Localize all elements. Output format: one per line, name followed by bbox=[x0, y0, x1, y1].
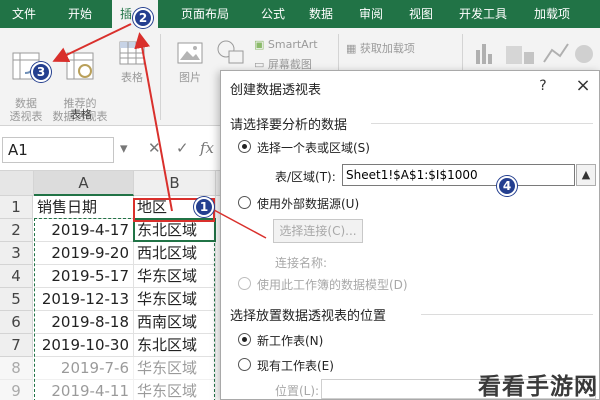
cell-b[interactable]: 东北区域 bbox=[134, 334, 216, 357]
radio-existing-sheet-label: 现有工作表(E) bbox=[257, 359, 334, 373]
tab-page-layout[interactable]: 页面布局 bbox=[162, 0, 248, 28]
tab-view[interactable]: 视图 bbox=[396, 0, 446, 28]
row-header[interactable]: 1 bbox=[0, 196, 33, 219]
section-choose-data: 请选择要分析的数据 bbox=[230, 118, 348, 133]
radio-external-source-label: 使用外部数据源(U) bbox=[257, 197, 360, 211]
row-header[interactable]: 9 bbox=[0, 380, 33, 400]
smartart-button[interactable]: ▣ SmartArt bbox=[254, 38, 318, 52]
radio-external-source[interactable] bbox=[238, 196, 251, 209]
cell-a[interactable]: 2019-5-17 bbox=[34, 265, 134, 288]
radio-existing-sheet[interactable] bbox=[238, 358, 251, 371]
pivot-table-label: 数据 透视表 bbox=[9, 97, 43, 123]
select-all-corner[interactable] bbox=[0, 171, 34, 196]
group-tables-label: 表格 bbox=[70, 108, 92, 121]
radio-data-model[interactable] bbox=[238, 277, 251, 290]
tab-data[interactable]: 数据 bbox=[296, 0, 346, 28]
shapes-icon[interactable] bbox=[214, 38, 248, 68]
help-button[interactable]: ? bbox=[531, 75, 555, 97]
radio-new-sheet-label: 新工作表(N) bbox=[257, 334, 324, 348]
cell-a[interactable]: 2019-4-17 bbox=[34, 219, 134, 242]
connection-name-label: 连接名称: bbox=[275, 256, 328, 270]
cell-b[interactable]: 华东区域 bbox=[134, 265, 216, 288]
range-label: 表/区域(T): bbox=[275, 170, 336, 184]
cell-a[interactable]: 2019-4-11 bbox=[34, 380, 134, 400]
section-rule bbox=[371, 123, 593, 124]
badge-4: 4 bbox=[497, 176, 517, 196]
badge-3: 3 bbox=[31, 62, 51, 82]
cell-b[interactable]: 华东区域 bbox=[134, 380, 216, 400]
get-addins-label: 获取加载项 bbox=[359, 42, 415, 55]
row-header[interactable]: 8 bbox=[0, 357, 33, 380]
cell-b[interactable]: 西北区域 bbox=[134, 242, 216, 265]
row-header[interactable]: 3 bbox=[0, 242, 33, 265]
badge-2: 2 bbox=[133, 8, 153, 28]
radio-new-sheet[interactable] bbox=[238, 333, 251, 346]
cell-a[interactable]: 2019-9-20 bbox=[34, 242, 134, 265]
smartart-label: SmartArt bbox=[267, 38, 318, 51]
row-header[interactable]: 2 bbox=[0, 219, 33, 242]
column-header-b[interactable]: B bbox=[134, 171, 216, 196]
radio-data-model-label: 使用此工作簿的数据模型(D) bbox=[257, 278, 408, 292]
section-rule bbox=[421, 314, 593, 315]
tab-formulas[interactable]: 公式 bbox=[250, 0, 296, 28]
ribbon-separator bbox=[160, 34, 161, 120]
range-input[interactable] bbox=[342, 164, 575, 186]
table-label: 表格 bbox=[121, 71, 143, 84]
cell-a[interactable]: 销售日期 bbox=[34, 196, 134, 219]
cell-a[interactable]: 2019-7-6 bbox=[34, 357, 134, 380]
tab-home[interactable]: 开始 bbox=[52, 0, 108, 28]
watermark-text: 看看手游网 bbox=[478, 374, 598, 400]
picture-icon bbox=[177, 42, 203, 64]
cell-a[interactable]: 2019-10-30 bbox=[34, 334, 134, 357]
create-pivot-dialog: 创建数据透视表 ? × 请选择要分析的数据 选择一个表或区域(S) 表/区域(T… bbox=[220, 70, 600, 400]
tab-file[interactable]: 文件 bbox=[0, 0, 48, 28]
cell-b[interactable]: 华东区域 bbox=[134, 288, 216, 311]
smartart-icon: ▣ bbox=[254, 38, 265, 51]
tab-developer[interactable]: 开发工具 bbox=[446, 0, 520, 28]
section-choose-location: 选择放置数据透视表的位置 bbox=[230, 309, 387, 324]
cell-a[interactable]: 2019-12-13 bbox=[34, 288, 134, 311]
table-icon bbox=[119, 41, 145, 65]
badge-1: 1 bbox=[194, 197, 214, 217]
pictures-button[interactable]: 图片 bbox=[170, 38, 210, 84]
tab-addins[interactable]: 加载项 bbox=[522, 0, 582, 28]
insert-function-icon[interactable]: fx bbox=[200, 139, 214, 157]
charts-icons[interactable] bbox=[472, 38, 596, 68]
cell-b[interactable]: 西南区域 bbox=[134, 311, 216, 334]
cell-a[interactable]: 2019-8-18 bbox=[34, 311, 134, 334]
tab-review[interactable]: 审阅 bbox=[346, 0, 396, 28]
range-collapse-icon[interactable]: ▲ bbox=[576, 164, 596, 186]
column-header-a[interactable]: A bbox=[34, 171, 134, 196]
location-label: 位置(L): bbox=[275, 384, 320, 398]
dialog-title: 创建数据透视表 bbox=[230, 83, 322, 98]
row-header[interactable]: 6 bbox=[0, 311, 33, 334]
choose-connection-button[interactable]: 选择连接(C)... bbox=[273, 219, 363, 243]
radio-select-range-label: 选择一个表或区域(S) bbox=[257, 141, 370, 155]
cancel-icon[interactable]: ✕ bbox=[148, 139, 161, 157]
row-header[interactable]: 7 bbox=[0, 334, 33, 357]
cell-b[interactable]: 华东区域 bbox=[134, 357, 216, 380]
ribbon-tab-bar: 文件 开始 插 页面布局 公式 数据 审阅 视图 开发工具 加载项 bbox=[0, 0, 600, 28]
row-header[interactable]: 5 bbox=[0, 288, 33, 311]
get-addins-button[interactable]: ▦ 获取加载项 bbox=[346, 42, 415, 56]
active-cell bbox=[133, 218, 216, 242]
name-box[interactable]: A1 bbox=[2, 137, 114, 163]
table-button[interactable]: 表格 bbox=[112, 38, 152, 84]
recommended-pivot-icon bbox=[66, 52, 94, 80]
pictures-label: 图片 bbox=[179, 71, 201, 84]
close-button[interactable]: × bbox=[571, 75, 595, 97]
name-box-dropdown-icon[interactable]: ▾ bbox=[120, 139, 128, 157]
enter-icon[interactable]: ✓ bbox=[176, 139, 189, 157]
row-header[interactable]: 4 bbox=[0, 265, 33, 288]
radio-select-range[interactable] bbox=[238, 140, 251, 153]
store-icon: ▦ bbox=[346, 42, 357, 55]
